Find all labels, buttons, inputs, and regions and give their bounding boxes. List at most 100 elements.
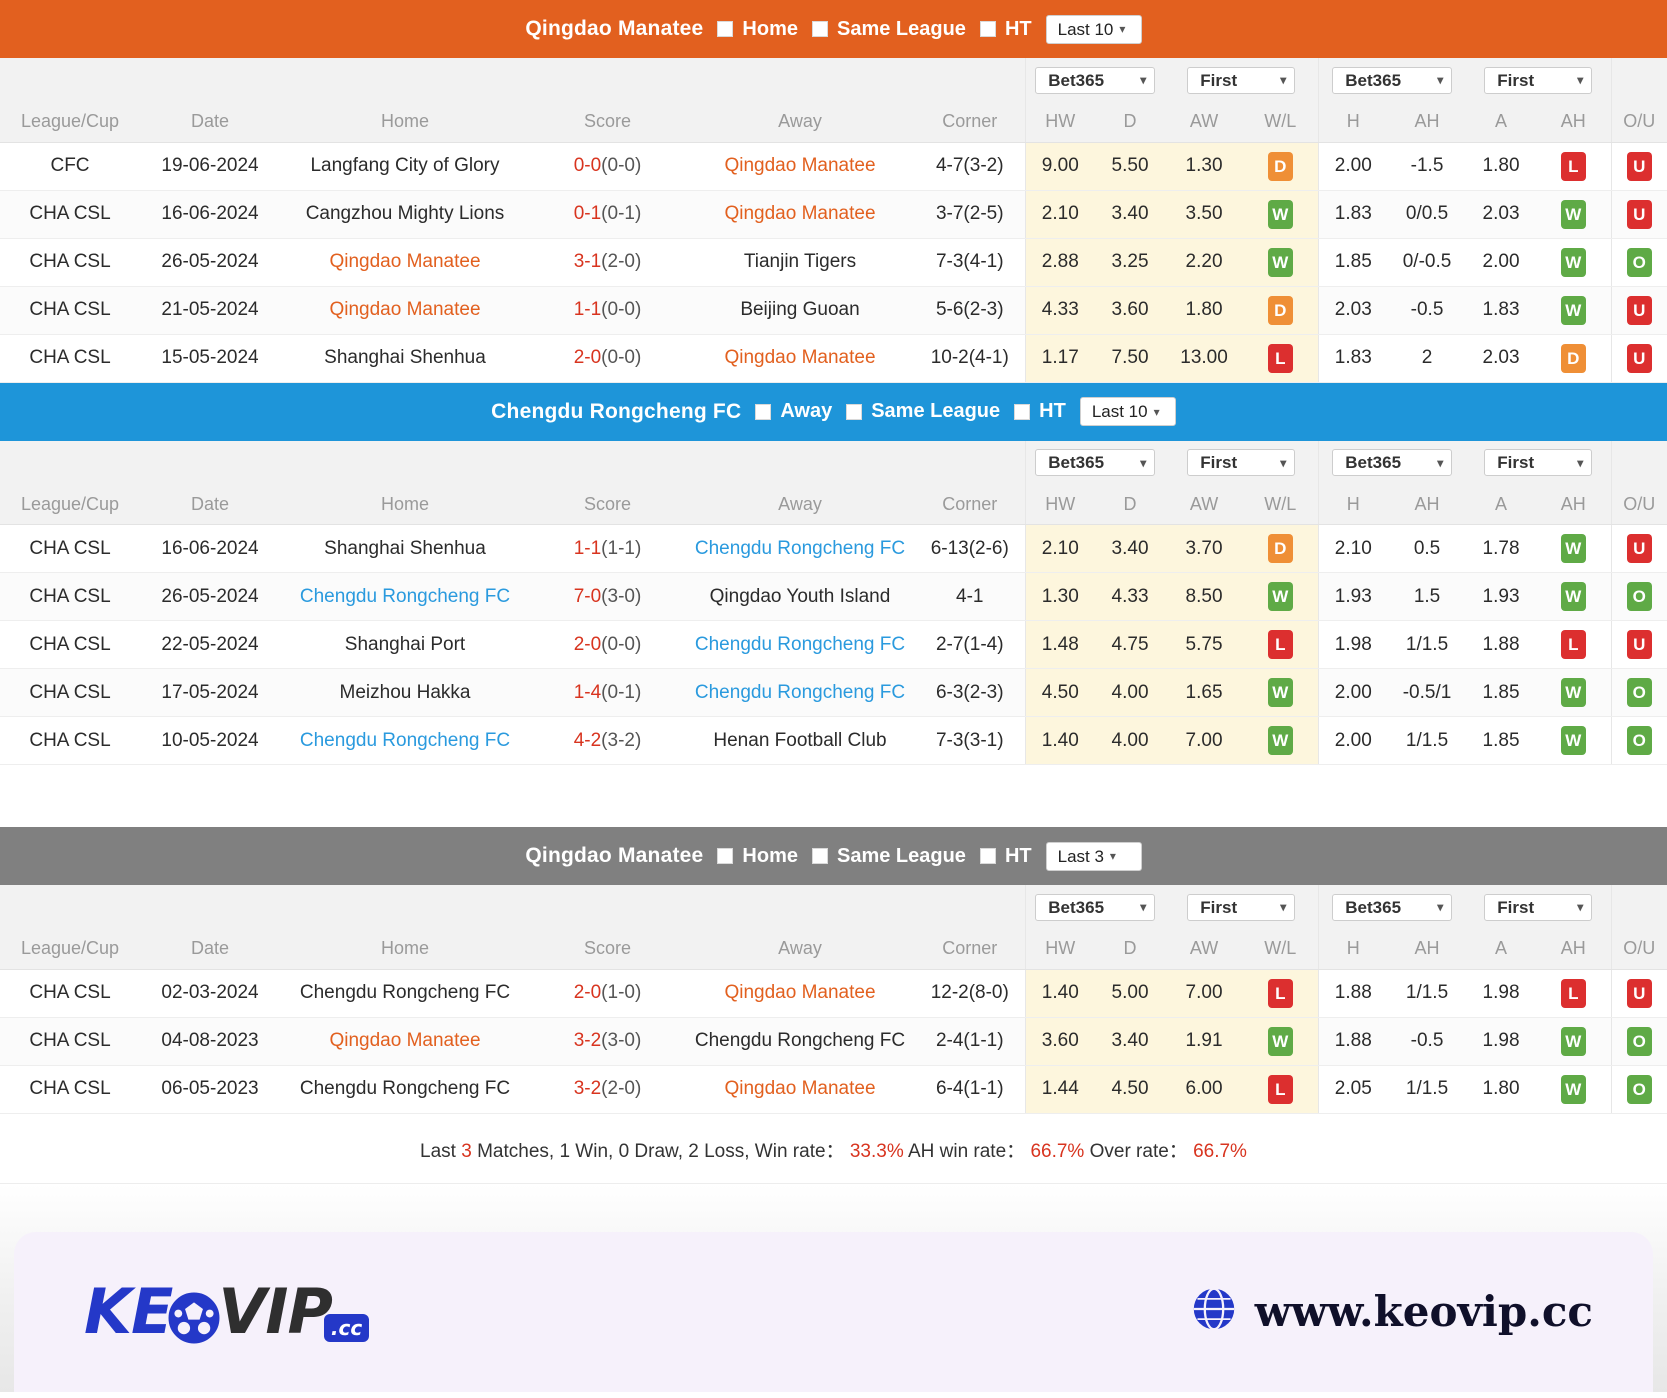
range-select-qingdao[interactable]: Last 10 ▾: [1046, 15, 1142, 44]
cell-away-team[interactable]: Qingdao Manatee: [685, 1065, 915, 1113]
checkbox-ht-icon[interactable]: [1014, 404, 1030, 420]
filter-venue-h2h[interactable]: Home: [717, 845, 798, 868]
cell-away-team[interactable]: Qingdao Manatee: [685, 142, 915, 190]
cell-away-team[interactable]: Chengdu Rongcheng FC: [685, 1017, 915, 1065]
table-row[interactable]: CHA CSL10-05-2024Chengdu Rongcheng FC4-2…: [0, 717, 1667, 765]
cell-odds-draw: 4.00: [1095, 717, 1165, 765]
section-team-name: Qingdao Manatee: [525, 17, 703, 41]
filter-ht-chengdu[interactable]: HT: [1014, 400, 1066, 423]
filter-ht-qingdao[interactable]: HT: [980, 18, 1032, 41]
period-select-ah-chengdu[interactable]: First ▾: [1484, 449, 1592, 476]
filter-same-league-qingdao[interactable]: Same League: [812, 18, 966, 41]
cell-away-team[interactable]: Qingdao Manatee: [685, 334, 915, 382]
filter-ht-h2h[interactable]: HT: [980, 845, 1032, 868]
period-select-ah-h2h[interactable]: First ▾: [1484, 894, 1592, 921]
keovip-logo[interactable]: KE VIP .cc: [84, 1281, 377, 1343]
table-row[interactable]: CHA CSL26-05-2024Chengdu Rongcheng FC7-0…: [0, 573, 1667, 621]
table-row[interactable]: CHA CSL02-03-2024Chengdu Rongcheng FC2-0…: [0, 969, 1667, 1017]
checkbox-venue-icon[interactable]: [717, 848, 733, 864]
checkbox-ht-icon[interactable]: [980, 21, 996, 37]
cell-home-team[interactable]: Chengdu Rongcheng FC: [280, 1065, 530, 1113]
cell-home-team[interactable]: Qingdao Manatee: [280, 238, 530, 286]
cell-away-team[interactable]: Qingdao Manatee: [685, 190, 915, 238]
filter-venue-qingdao[interactable]: Home: [717, 18, 798, 41]
cell-away-team[interactable]: Chengdu Rongcheng FC: [685, 621, 915, 669]
bookmaker-select-1x2-qingdao[interactable]: Bet365 ▾: [1035, 67, 1155, 94]
cell-result-badge: W: [1243, 573, 1318, 621]
column-header-away: Away: [685, 485, 915, 525]
cell-away-team[interactable]: Beijing Guoan: [685, 286, 915, 334]
cell-home-team[interactable]: Qingdao Manatee: [280, 286, 530, 334]
cell-away-team[interactable]: Qingdao Manatee: [685, 969, 915, 1017]
cell-ou-badge: U: [1611, 190, 1667, 238]
cell-home-team[interactable]: Qingdao Manatee: [280, 1017, 530, 1065]
cell-away-team[interactable]: Chengdu Rongcheng FC: [685, 669, 915, 717]
cell-away-team[interactable]: Qingdao Youth Island: [685, 573, 915, 621]
cell-away-team[interactable]: Tianjin Tigers: [685, 238, 915, 286]
cell-odds-hw: 1.48: [1025, 621, 1095, 669]
cell-home-team[interactable]: Shanghai Port: [280, 621, 530, 669]
checkbox-venue-icon[interactable]: [755, 404, 771, 420]
filter-venue-chengdu[interactable]: Away: [755, 400, 832, 423]
range-select-h2h[interactable]: Last 3 ▾: [1046, 842, 1142, 871]
period-select-ah-qingdao[interactable]: First ▾: [1484, 67, 1592, 94]
range-select-chengdu[interactable]: Last 10 ▾: [1080, 397, 1176, 426]
cell-home-team[interactable]: Chengdu Rongcheng FC: [280, 969, 530, 1017]
cell-score: 3-2(3-0): [530, 1017, 685, 1065]
table-row[interactable]: CHA CSL17-05-2024Meizhou Hakka1-4(0-1)Ch…: [0, 669, 1667, 717]
cell-home-team[interactable]: Meizhou Hakka: [280, 669, 530, 717]
bookmaker-select-ah-qingdao[interactable]: Bet365 ▾: [1332, 67, 1452, 94]
table-row[interactable]: CHA CSL16-06-2024Cangzhou Mighty Lions0-…: [0, 190, 1667, 238]
bookmaker-select-1x2-chengdu[interactable]: Bet365 ▾: [1035, 449, 1155, 476]
checkbox-venue-icon[interactable]: [717, 21, 733, 37]
cell-home-team[interactable]: Chengdu Rongcheng FC: [280, 717, 530, 765]
chevron-down-icon: ▾: [1280, 457, 1286, 469]
period-select-1x2-qingdao[interactable]: First ▾: [1187, 67, 1295, 94]
table-row[interactable]: CHA CSL26-05-2024Qingdao Manatee3-1(2-0)…: [0, 238, 1667, 286]
summary-win-rate: 33.3%: [850, 1141, 904, 1162]
cell-ah-line: -0.5: [1388, 286, 1466, 334]
column-header-ah: AH: [1388, 929, 1466, 969]
cell-ah-home: 1.88: [1318, 1017, 1388, 1065]
bookmaker-select-ah-chengdu[interactable]: Bet365 ▾: [1332, 449, 1452, 476]
cell-home-team[interactable]: Chengdu Rongcheng FC: [280, 573, 530, 621]
column-header-ah2: AH: [1536, 929, 1611, 969]
period-select-1x2-h2h[interactable]: First ▾: [1187, 894, 1295, 921]
checkbox-same-league-icon[interactable]: [812, 21, 828, 37]
cell-ah-result-badge: W: [1536, 669, 1611, 717]
cell-ah-result-badge: W: [1536, 573, 1611, 621]
table-row[interactable]: CHA CSL21-05-2024Qingdao Manatee1-1(0-0)…: [0, 286, 1667, 334]
cell-date: 10-05-2024: [140, 717, 280, 765]
site-url-text: www.keovip.cc: [1255, 1287, 1593, 1336]
cell-home-team[interactable]: Shanghai Shenhua: [280, 525, 530, 573]
cell-corner: 7-3(3-1): [915, 717, 1025, 765]
bookmaker-select-ah-h2h[interactable]: Bet365 ▾: [1332, 894, 1452, 921]
cell-home-team[interactable]: Cangzhou Mighty Lions: [280, 190, 530, 238]
cell-date: 04-08-2023: [140, 1017, 280, 1065]
site-url-block[interactable]: www.keovip.cc: [1191, 1286, 1593, 1337]
table-row[interactable]: CHA CSL06-05-2023Chengdu Rongcheng FC3-2…: [0, 1065, 1667, 1113]
filter-same-league-h2h[interactable]: Same League: [812, 845, 966, 868]
bookmaker-select-1x2-h2h[interactable]: Bet365 ▾: [1035, 894, 1155, 921]
summary-middle: Matches, 1 Win, 0 Draw, 2 Loss, Win rate…: [477, 1141, 844, 1162]
table-row[interactable]: CHA CSL15-05-2024Shanghai Shenhua2-0(0-0…: [0, 334, 1667, 382]
cell-away-team[interactable]: Chengdu Rongcheng FC: [685, 525, 915, 573]
checkbox-ht-icon[interactable]: [980, 848, 996, 864]
checkbox-same-league-icon[interactable]: [812, 848, 828, 864]
cell-home-team[interactable]: Langfang City of Glory: [280, 142, 530, 190]
cell-home-team[interactable]: Shanghai Shenhua: [280, 334, 530, 382]
period-select-1x2-chengdu[interactable]: First ▾: [1187, 449, 1295, 476]
summary-ah-label: AH win rate：: [908, 1141, 1025, 1162]
filter-same-league-chengdu[interactable]: Same League: [846, 400, 1000, 423]
cell-league: CHA CSL: [0, 573, 140, 621]
checkbox-same-league-icon[interactable]: [846, 404, 862, 420]
table-row[interactable]: CHA CSL04-08-2023Qingdao Manatee3-2(3-0)…: [0, 1017, 1667, 1065]
cell-result-badge: L: [1243, 1065, 1318, 1113]
table-row[interactable]: CHA CSL22-05-2024Shanghai Port2-0(0-0)Ch…: [0, 621, 1667, 669]
cell-away-team[interactable]: Henan Football Club: [685, 717, 915, 765]
table-row[interactable]: CHA CSL16-06-2024Shanghai Shenhua1-1(1-1…: [0, 525, 1667, 573]
cell-odds-aw: 3.50: [1165, 190, 1243, 238]
column-header-aw: AW: [1165, 929, 1243, 969]
table-row[interactable]: CFC19-06-2024Langfang City of Glory0-0(0…: [0, 142, 1667, 190]
column-header-d: D: [1095, 485, 1165, 525]
